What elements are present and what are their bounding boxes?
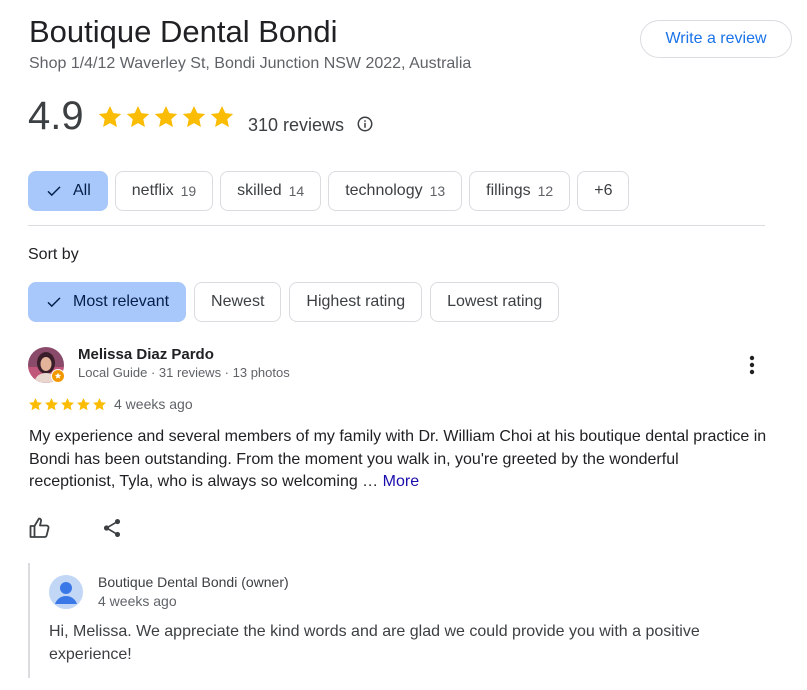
sort-label: Highest rating (306, 293, 406, 310)
topic-filter-chips: All netflix 19 skilled 14 technology 13 … (28, 171, 630, 211)
check-icon (47, 186, 61, 197)
write-review-button[interactable]: Write a review (640, 20, 792, 58)
reviewer-meta: Local Guide · 31 reviews · 13 photos (78, 365, 290, 380)
review-text: My experience and several members of my … (29, 426, 769, 494)
business-address: Shop 1/4/12 Waverley St, Bondi Junction … (29, 55, 472, 72)
owner-reply-text: Hi, Melissa. We appreciate the kind word… (49, 623, 700, 663)
owner-avatar (49, 575, 83, 609)
review-time: 4 weeks ago (114, 396, 193, 412)
star-icon (182, 105, 206, 127)
sort-lowest-rating[interactable]: Lowest rating (430, 282, 560, 322)
sort-label: Lowest rating (447, 293, 543, 310)
star-icon (29, 398, 42, 411)
chip-label: netflix (131, 182, 174, 199)
sort-label: Newest (211, 293, 265, 310)
star-icon (93, 398, 106, 411)
sort-by-label: Sort by (28, 246, 79, 263)
sort-label: Most relevant (73, 293, 170, 310)
star-icon (154, 105, 178, 127)
owner-name: Boutique Dental Bondi (owner) (98, 574, 289, 590)
chip-label: technology (345, 182, 423, 199)
more-options-icon[interactable] (742, 354, 762, 376)
star-icon (210, 105, 234, 127)
chip-label: +6 (594, 182, 613, 199)
chip-count: 19 (180, 183, 197, 199)
chip-count: 12 (537, 183, 554, 199)
chip-label: All (73, 182, 91, 199)
chip-skilled[interactable]: skilled 14 (220, 171, 322, 211)
star-icon (61, 398, 74, 411)
chip-netflix[interactable]: netflix 19 (114, 171, 214, 211)
star-icon (126, 105, 150, 127)
reviewer-name[interactable]: Melissa Diaz Pardo (78, 346, 214, 363)
chip-label: fillings (486, 182, 531, 199)
review-count: 310 reviews (248, 115, 345, 135)
sort-most-relevant[interactable]: Most relevant (28, 282, 187, 322)
like-icon[interactable] (28, 516, 52, 540)
chip-technology[interactable]: technology 13 (328, 171, 463, 211)
chip-label: skilled (237, 182, 282, 199)
info-icon[interactable] (356, 115, 374, 133)
local-guide-badge-icon (51, 369, 65, 383)
chip-all[interactable]: All (28, 171, 108, 211)
star-icon (98, 105, 122, 127)
star-icon (77, 398, 90, 411)
share-icon[interactable] (101, 517, 123, 539)
chip-count: 14 (288, 183, 305, 199)
reply-indent-bar (28, 563, 30, 678)
sort-newest[interactable]: Newest (194, 282, 282, 322)
business-name: Boutique Dental Bondi (29, 14, 338, 49)
overall-rating: 4.9 (28, 94, 84, 138)
more-link[interactable]: More (383, 473, 419, 490)
check-icon (47, 297, 61, 308)
overall-stars (97, 104, 235, 130)
chip-fillings[interactable]: fillings 12 (469, 171, 571, 211)
review-stars (28, 397, 107, 412)
chip-count: 13 (429, 183, 446, 199)
sort-options: Most relevant Newest Highest rating Lowe… (28, 282, 560, 322)
owner-reply-time: 4 weeks ago (98, 593, 177, 609)
chip-more-topics[interactable]: +6 (577, 171, 630, 211)
sort-highest-rating[interactable]: Highest rating (289, 282, 423, 322)
divider (28, 225, 765, 226)
star-icon (45, 398, 58, 411)
